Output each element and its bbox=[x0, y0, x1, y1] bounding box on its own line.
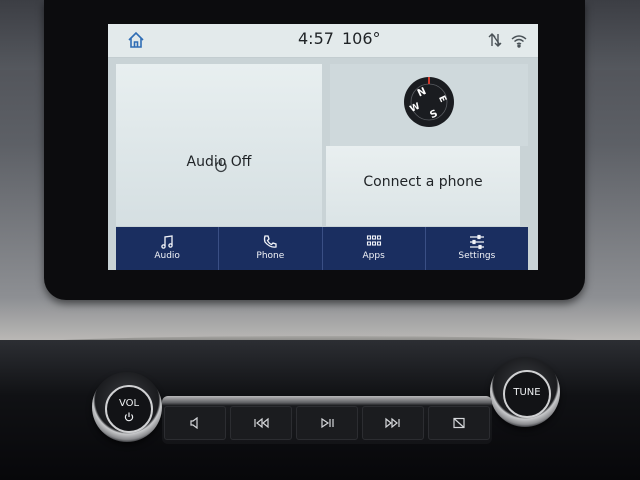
speaker-mute-icon bbox=[190, 417, 198, 429]
tune-knob-face: TUNE bbox=[503, 370, 551, 418]
audio-tile[interactable]: Audio Off bbox=[116, 64, 322, 226]
volume-knob-face: VOL bbox=[105, 385, 153, 433]
nav-item-audio[interactable]: Audio bbox=[116, 227, 220, 270]
infotainment-screen: 4:57 106° Audio Off N E S W Connect a ph… bbox=[108, 24, 538, 270]
nav-item-phone[interactable]: Phone bbox=[219, 227, 323, 270]
signal-wifi-icon bbox=[488, 33, 527, 48]
play-pause-button[interactable] bbox=[296, 406, 358, 440]
compass-icon: N E S W bbox=[404, 77, 454, 127]
screen-off-button[interactable] bbox=[428, 406, 490, 440]
mute-button[interactable] bbox=[164, 406, 226, 440]
seek-forward-button[interactable] bbox=[362, 406, 424, 440]
volume-knob[interactable]: VOL bbox=[92, 372, 162, 442]
power-icon bbox=[124, 412, 134, 422]
connect-phone-label: Connect a phone bbox=[363, 174, 483, 190]
play-pause-icon bbox=[321, 417, 334, 429]
apps-grid-icon bbox=[366, 235, 381, 246]
nav-label-apps: Apps bbox=[362, 251, 385, 261]
connect-phone-tile[interactable]: Connect a phone bbox=[326, 146, 520, 226]
clock-time: 4:57 bbox=[298, 29, 334, 48]
phone-icon bbox=[264, 235, 278, 248]
skip-back-icon bbox=[254, 417, 269, 429]
tune-label: TUNE bbox=[513, 387, 541, 398]
home-icon[interactable] bbox=[126, 30, 146, 50]
status-bar: 4:57 106° bbox=[108, 24, 538, 58]
outside-temperature: 106° bbox=[342, 29, 381, 48]
audio-status-label: Audio Off bbox=[186, 154, 252, 170]
seek-back-button[interactable] bbox=[230, 406, 292, 440]
sliders-icon bbox=[469, 234, 484, 250]
nav-label-phone: Phone bbox=[256, 251, 285, 261]
nav-label-audio: Audio bbox=[154, 251, 180, 261]
volume-label: VOL bbox=[118, 398, 140, 409]
screen-off-icon bbox=[453, 417, 465, 429]
music-note-icon bbox=[161, 235, 173, 249]
tune-knob[interactable]: TUNE bbox=[490, 357, 560, 427]
compass-tile[interactable]: N E S W bbox=[330, 64, 528, 146]
bottom-nav-bar: Audio Phone Apps Settings bbox=[116, 227, 528, 270]
nav-item-settings[interactable]: Settings bbox=[426, 227, 528, 270]
nav-label-settings: Settings bbox=[458, 251, 496, 261]
skip-forward-icon bbox=[385, 417, 400, 429]
nav-item-apps[interactable]: Apps bbox=[323, 227, 426, 270]
media-button-bar bbox=[162, 396, 492, 444]
